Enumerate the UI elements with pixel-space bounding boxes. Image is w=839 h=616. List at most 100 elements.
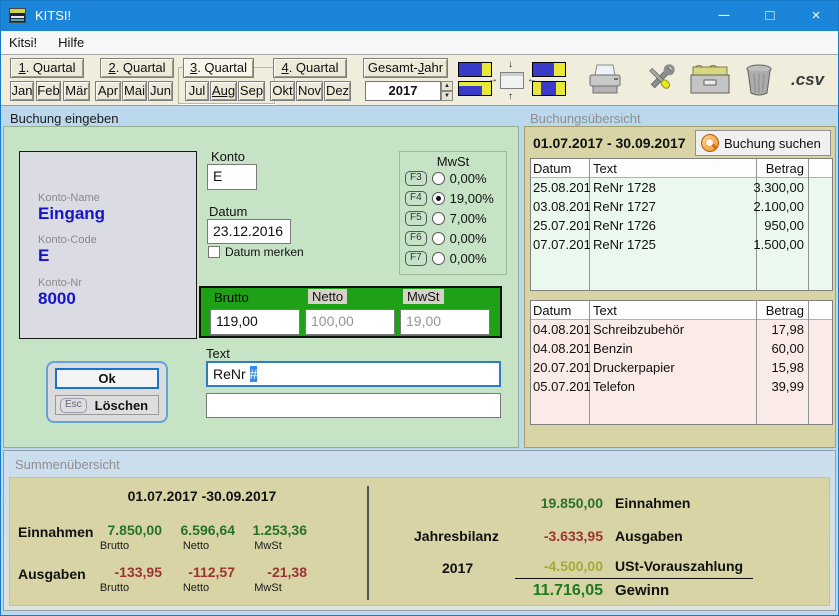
quarter-button-2[interactable]: 2. Quartal xyxy=(100,58,174,78)
search-icon xyxy=(701,134,719,152)
summary-sublabel: Brutto xyxy=(67,540,162,552)
text-input-2[interactable] xyxy=(206,393,501,418)
csv-export-button[interactable]: .csv xyxy=(791,70,824,90)
table-row[interactable]: 03.08.2017ReNr 17272.100,00 xyxy=(531,197,832,216)
mwst-input[interactable]: 19,00 xyxy=(400,309,490,335)
mwst-option-f7[interactable]: F70,00% xyxy=(405,250,487,266)
annual-label: USt-Vorauszahlung xyxy=(615,558,743,574)
month-button-10[interactable]: Okt xyxy=(270,81,295,101)
total-separator-line xyxy=(515,578,753,579)
col-header-betrag: Betrag xyxy=(749,303,804,318)
mwst-rate-label: 19,00% xyxy=(450,191,494,206)
mwst-group: MwSt F30,00%F419,00%F57,00%F60,00%F70,00… xyxy=(399,151,507,275)
brutto-input[interactable]: 119,00 xyxy=(210,309,300,335)
summary-value: -133,95 xyxy=(67,564,162,580)
mwst-option-f3[interactable]: F30,00% xyxy=(405,170,487,186)
month-button-9[interactable]: Sep xyxy=(238,81,265,101)
settings-button[interactable] xyxy=(641,63,679,102)
summary-divider xyxy=(367,486,369,600)
window-layout-right-button[interactable] xyxy=(532,62,566,96)
year-spin-up-icon[interactable]: ▲ xyxy=(441,81,453,91)
month-button-8[interactable]: Aug xyxy=(210,81,237,101)
minimize-button[interactable]: ─ xyxy=(701,0,747,31)
mwst-option-f5[interactable]: F57,00% xyxy=(405,210,487,226)
netto-input[interactable]: 100,00 xyxy=(305,309,395,335)
delete-all-button[interactable] xyxy=(742,61,778,104)
income-table: DatumTextBetrag25.08.2017ReNr 17283.300,… xyxy=(530,158,833,291)
month-button-5[interactable]: Mai xyxy=(122,81,147,101)
mwst-option-f6[interactable]: F60,00% xyxy=(405,230,487,246)
quarter-button-5[interactable]: Gesamt-Jahr xyxy=(363,58,448,78)
entry-panel: Konto-Name Eingang Konto-Code E Konto-Nr… xyxy=(3,126,519,448)
year-input[interactable]: 2017 xyxy=(365,81,441,101)
konto-input[interactable]: E xyxy=(207,164,257,190)
text-input[interactable]: ReNr # xyxy=(206,361,501,387)
month-button-12[interactable]: Dez xyxy=(324,81,351,101)
month-button-4[interactable]: Apr xyxy=(95,81,121,101)
amount-box: Brutto Netto MwSt 119,00 100,00 19,00 xyxy=(199,286,502,338)
mwst-title: MwSt xyxy=(400,154,506,169)
datum-input[interactable]: 23.12.2016 xyxy=(207,219,291,244)
year-spin-down-icon[interactable]: ▼ xyxy=(441,91,453,101)
mwst-option-f4[interactable]: F419,00% xyxy=(405,190,494,206)
quarter-button-1[interactable]: 1. Quartal xyxy=(10,58,84,78)
menu-hilfe[interactable]: Hilfe xyxy=(58,35,84,50)
month-button-7[interactable]: Jul xyxy=(185,81,209,101)
window-layout-icon xyxy=(532,81,566,96)
mwst-radio-f4[interactable] xyxy=(432,192,445,205)
cell-text: ReNr 1725 xyxy=(593,237,750,252)
mwst-rate-label: 7,00% xyxy=(450,211,487,226)
annual-label: Ausgaben xyxy=(615,528,683,544)
month-button-11[interactable]: Nov xyxy=(296,81,323,101)
table-row[interactable]: 05.07.2017Telefon39,99 xyxy=(531,377,832,396)
year-spinner[interactable]: ▲ ▼ xyxy=(441,81,453,101)
month-button-3[interactable]: Mär xyxy=(63,81,90,101)
summary-value: 7.850,00 xyxy=(67,522,162,538)
delete-button[interactable]: Esc Löschen xyxy=(55,395,159,415)
table-row[interactable]: 04.08.2017Benzin60,00 xyxy=(531,339,832,358)
netto-label: Netto xyxy=(308,289,347,304)
mwst-rate-label: 0,00% xyxy=(450,171,487,186)
overview-panel-title: Buchungsübersicht xyxy=(530,111,641,126)
table-row[interactable]: 25.08.2017ReNr 17283.300,00 xyxy=(531,178,832,197)
print-button[interactable] xyxy=(585,63,625,102)
table-row[interactable]: 20.07.2017Druckerpapier15,98 xyxy=(531,358,832,377)
month-button-2[interactable]: Feb xyxy=(36,81,61,101)
mwst-radio-f7[interactable] xyxy=(432,252,445,265)
table-row[interactable]: 07.07.2017ReNr 17251.500,00 xyxy=(531,235,832,254)
month-button-6[interactable]: Jun xyxy=(148,81,173,101)
cell-datum: 04.08.2017 xyxy=(533,341,590,356)
mwst-radio-f6[interactable] xyxy=(432,232,445,245)
search-booking-button[interactable]: Buchung suchen xyxy=(695,130,831,156)
fit-window-button[interactable]: ↓ ↑ → ← xyxy=(486,59,538,103)
menu-kitsi[interactable]: Kitsi! xyxy=(9,35,37,50)
col-header-datum: Datum xyxy=(533,303,590,318)
toolbar: 1. Quartal 2. Quartal 3. Quartal 4. Quartal… xyxy=(0,54,839,106)
datum-label: Datum xyxy=(209,204,247,219)
quarter-button-3[interactable]: 3. Quartal xyxy=(183,58,254,78)
cell-datum: 25.07.2017 xyxy=(533,218,590,233)
annual-value: 11.716,05 xyxy=(490,582,603,600)
overview-panel: 01.07.2017 - 30.09.2017 Buchung suchen D… xyxy=(524,126,836,448)
menubar: Kitsi! Hilfe xyxy=(0,31,839,54)
table-row[interactable]: 04.08.2017Schreibzubehör17,98 xyxy=(531,320,832,339)
confirm-group: Ok Esc Löschen xyxy=(46,361,168,423)
summary-body: 01.07.2017 -30.09.2017 Jahresbilanz 2017… xyxy=(9,477,830,606)
window-controls: ─ □ × xyxy=(701,0,839,31)
expense-table: DatumTextBetrag04.08.2017Schreibzubehör1… xyxy=(530,300,833,425)
month-button-1[interactable]: Jan xyxy=(10,81,34,101)
mwst-radio-f5[interactable] xyxy=(432,212,445,225)
ok-button[interactable]: Ok xyxy=(55,368,159,389)
mwst-rate-label: 0,00% xyxy=(450,231,487,246)
f7-key-icon: F7 xyxy=(405,251,427,266)
archive-button[interactable] xyxy=(689,64,731,101)
close-button[interactable]: × xyxy=(793,0,839,31)
quarter-button-4[interactable]: 4. Quartal xyxy=(273,58,347,78)
maximize-button[interactable]: □ xyxy=(747,0,793,31)
account-nr-label: Konto-Nr xyxy=(38,277,82,289)
esc-key-icon: Esc xyxy=(60,398,87,413)
datum-merken-checkbox[interactable] xyxy=(208,246,220,258)
table-row[interactable]: 25.07.2017ReNr 1726950,00 xyxy=(531,216,832,235)
printer-icon xyxy=(585,63,625,97)
mwst-radio-f3[interactable] xyxy=(432,172,445,185)
